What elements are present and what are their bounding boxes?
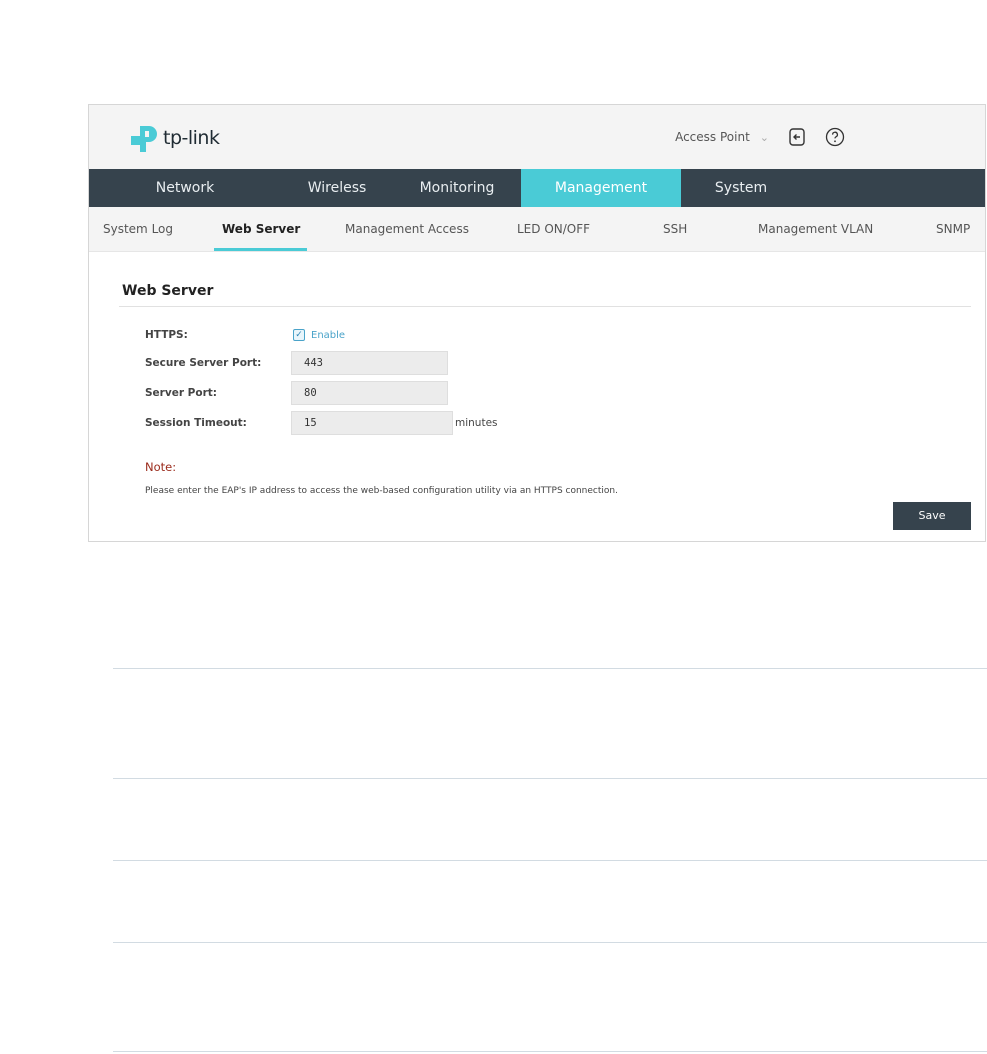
checkmark-icon: ✓ bbox=[293, 329, 305, 341]
note-text: Please enter the EAP's IP address to acc… bbox=[145, 486, 618, 496]
tp-link-logo: tp-link bbox=[129, 123, 220, 153]
save-button[interactable]: Save bbox=[893, 502, 971, 530]
divider-line bbox=[113, 942, 987, 943]
tab-led-on-off[interactable]: LED ON/OFF bbox=[517, 207, 590, 251]
tab-management-access[interactable]: Management Access bbox=[345, 207, 469, 251]
device-mode-select[interactable]: Access Point ⌄ bbox=[675, 130, 769, 144]
secure-server-port-label: Secure Server Port: bbox=[145, 357, 262, 369]
tab-system-log[interactable]: System Log bbox=[103, 207, 173, 251]
active-tab-indicator bbox=[214, 248, 307, 251]
section-title: Web Server bbox=[122, 283, 214, 299]
https-enable-label: Enable bbox=[311, 329, 346, 341]
sub-nav: System Log Web Server Management Access … bbox=[89, 207, 985, 252]
chevron-down-icon: ⌄ bbox=[759, 130, 769, 144]
tab-snmp[interactable]: SNMP bbox=[936, 207, 970, 251]
session-timeout-label: Session Timeout: bbox=[145, 417, 247, 429]
tab-management-vlan[interactable]: Management VLAN bbox=[758, 207, 873, 251]
nav-monitoring[interactable]: Monitoring bbox=[393, 169, 521, 207]
nav-wireless[interactable]: Wireless bbox=[281, 169, 393, 207]
server-port-label: Server Port: bbox=[145, 387, 217, 399]
logout-icon[interactable] bbox=[787, 127, 807, 147]
note-title: Note: bbox=[145, 460, 177, 474]
divider-line bbox=[113, 778, 987, 779]
main-nav: Network Wireless Monitoring Management S… bbox=[89, 169, 985, 207]
server-port-input[interactable]: 80 bbox=[291, 381, 448, 405]
help-icon[interactable] bbox=[825, 127, 845, 147]
nav-system[interactable]: System bbox=[681, 169, 801, 207]
app-window: tp-link Access Point ⌄ Network Wireless … bbox=[88, 104, 986, 542]
tab-web-server[interactable]: Web Server bbox=[222, 207, 300, 251]
section-divider bbox=[119, 306, 971, 307]
divider-line bbox=[113, 668, 987, 669]
secure-server-port-input[interactable]: 443 bbox=[291, 351, 448, 375]
device-mode-value: Access Point bbox=[675, 130, 750, 144]
tp-link-logo-icon bbox=[131, 126, 157, 152]
divider-line bbox=[113, 1051, 987, 1052]
nav-management[interactable]: Management bbox=[521, 169, 681, 207]
session-timeout-unit: minutes bbox=[455, 417, 498, 429]
https-enable-checkbox[interactable]: ✓ Enable bbox=[293, 329, 345, 341]
session-timeout-input[interactable]: 15 bbox=[291, 411, 453, 435]
divider-line bbox=[113, 860, 987, 861]
logo-text: tp-link bbox=[163, 127, 220, 149]
app-header: tp-link Access Point ⌄ bbox=[89, 105, 985, 170]
tab-ssh[interactable]: SSH bbox=[663, 207, 687, 251]
https-label: HTTPS: bbox=[145, 329, 188, 341]
nav-network[interactable]: Network bbox=[89, 169, 281, 207]
